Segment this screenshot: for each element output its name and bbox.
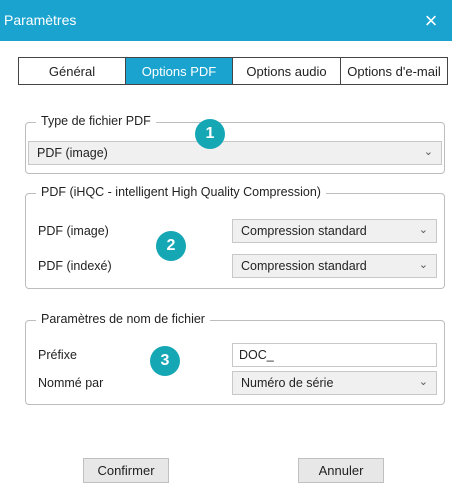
settings-dialog: Paramètres × Général Options PDF Options… bbox=[0, 0, 452, 489]
cancel-button[interactable]: Annuler bbox=[298, 458, 384, 483]
pdf-image-compression-select[interactable]: Compression standard ⌄ bbox=[232, 219, 437, 243]
chevron-down-icon: ⌄ bbox=[418, 376, 428, 388]
chevron-down-icon: ⌄ bbox=[418, 224, 428, 236]
callout-marker-2: 2 bbox=[156, 231, 186, 261]
pdf-indexed-compression-value: Compression standard bbox=[241, 259, 367, 273]
window-title: Paramètres bbox=[4, 12, 77, 28]
chevron-down-icon: ⌄ bbox=[423, 146, 433, 158]
tab-audio-options[interactable]: Options audio bbox=[233, 58, 341, 84]
pdf-file-type-select[interactable]: PDF (image) ⌄ bbox=[28, 141, 442, 165]
pdf-indexed-label: PDF (indexé) bbox=[38, 259, 112, 273]
prefix-value: DOC_ bbox=[239, 348, 274, 362]
tab-email-options[interactable]: Options d'e-mail bbox=[341, 58, 447, 84]
tab-bar: Général Options PDF Options audio Option… bbox=[18, 57, 448, 85]
prefix-input[interactable]: DOC_ bbox=[232, 343, 437, 367]
tab-general[interactable]: Général bbox=[19, 58, 126, 84]
filename-legend: Paramètres de nom de fichier bbox=[36, 312, 210, 326]
close-button[interactable]: × bbox=[410, 0, 452, 41]
named-by-select[interactable]: Numéro de série ⌄ bbox=[232, 371, 437, 395]
chevron-down-icon: ⌄ bbox=[418, 259, 428, 271]
compression-legend: PDF (iHQC - intelligent High Quality Com… bbox=[36, 185, 326, 199]
pdf-file-type-group: Type de fichier PDF PDF (image) ⌄ bbox=[25, 114, 445, 174]
pdf-indexed-compression-select[interactable]: Compression standard ⌄ bbox=[232, 254, 437, 278]
pdf-file-type-value: PDF (image) bbox=[37, 146, 108, 160]
prefix-label: Préfixe bbox=[38, 348, 77, 362]
pdf-image-compression-value: Compression standard bbox=[241, 224, 367, 238]
named-by-label: Nommé par bbox=[38, 376, 104, 390]
pdf-file-type-legend: Type de fichier PDF bbox=[36, 114, 156, 128]
callout-marker-1: 1 bbox=[195, 119, 225, 149]
confirm-button[interactable]: Confirmer bbox=[83, 458, 169, 483]
title-bar: Paramètres × bbox=[0, 0, 452, 41]
named-by-value: Numéro de série bbox=[241, 376, 334, 390]
pdf-image-label: PDF (image) bbox=[38, 224, 109, 238]
tab-pdf-options[interactable]: Options PDF bbox=[126, 58, 233, 84]
callout-marker-3: 3 bbox=[150, 346, 180, 376]
close-icon: × bbox=[424, 7, 438, 33]
